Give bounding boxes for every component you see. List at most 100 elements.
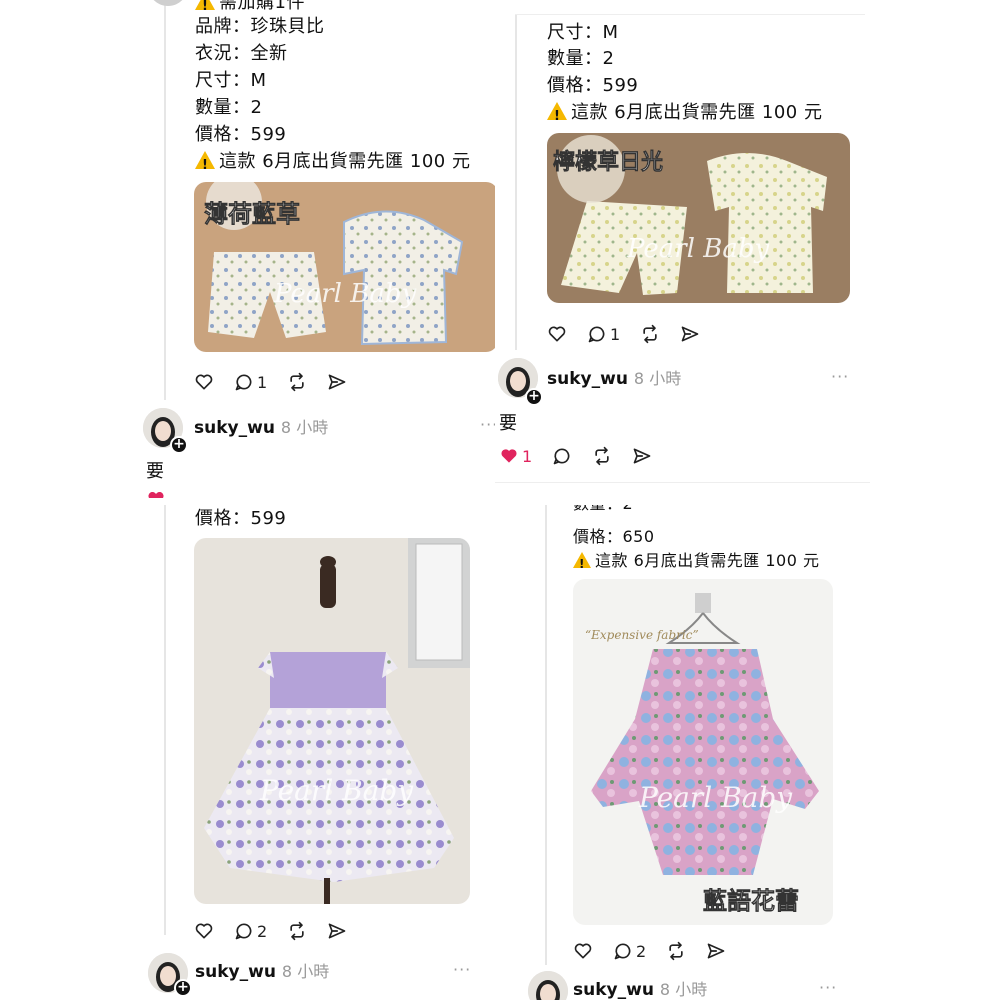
comment-icon	[614, 943, 631, 960]
heart-icon[interactable]	[146, 492, 166, 498]
reply-time: 8 小時	[633, 369, 682, 388]
post-text-line: 尺寸：M	[195, 70, 267, 91]
like-button[interactable]	[194, 921, 214, 941]
product-photo[interactable]: “Expensive fabric” Pearl Baby 藍語花蕾	[573, 579, 833, 925]
repost-button[interactable]	[666, 941, 686, 961]
post-actions: 2	[194, 919, 367, 943]
divider	[515, 14, 865, 15]
photo-watermark: Pearl Baby	[259, 774, 414, 807]
share-icon	[328, 923, 346, 939]
photo-label: 檸檬草日光	[553, 149, 663, 175]
reply-author[interactable]: suky_wu 8 小時	[195, 961, 329, 983]
reply-button[interactable]: 1	[587, 324, 620, 344]
share-button[interactable]	[327, 372, 347, 392]
post-text-line: 尺寸：M	[547, 22, 619, 43]
reply-text: 要	[499, 413, 517, 434]
post-text-line: 價格：599	[195, 124, 287, 145]
repost-button[interactable]	[287, 372, 307, 392]
heart-icon	[195, 374, 213, 390]
warning-icon	[195, 151, 215, 179]
photo-caption: “Expensive fabric”	[585, 628, 699, 642]
product-photo[interactable]: 薄荷藍草 Pearl Baby	[194, 182, 498, 352]
follow-plus-icon[interactable]: +	[170, 436, 188, 454]
post-text-line: 價格：599	[547, 75, 639, 96]
divider	[495, 482, 870, 483]
avatar[interactable]	[148, 0, 188, 6]
heart-icon	[548, 326, 566, 342]
reply-time: 8 小時	[280, 418, 329, 437]
repost-icon	[290, 921, 304, 941]
repost-button[interactable]	[287, 921, 307, 941]
follow-plus-icon[interactable]: +	[174, 979, 192, 997]
reply-time: 8 小時	[659, 980, 708, 999]
product-photo[interactable]: Pearl Baby	[194, 538, 470, 904]
post-text-line: 數量：2	[573, 505, 633, 515]
thread-line	[164, 0, 166, 400]
avatar[interactable]	[528, 971, 568, 1000]
post-panel-bottom-right: 數量：2 價格：650 這款 6月底出貨需先匯 100 元 “Expensive…	[525, 505, 870, 1000]
like-button[interactable]	[194, 372, 214, 392]
photo-watermark: Pearl Baby	[626, 234, 769, 264]
post-actions: 1	[194, 370, 367, 394]
more-icon[interactable]: ···	[831, 369, 849, 385]
reply-author[interactable]: suky_wu 8 小時	[194, 417, 328, 439]
share-icon	[707, 943, 725, 959]
repost-button[interactable]	[640, 324, 660, 344]
post-panel-top-left: 需加購1件 品牌：珍珠貝比 衣況：全新 尺寸：M 數量：2 價格：599 這款 …	[140, 0, 510, 498]
photo-label: 薄荷藍草	[204, 200, 300, 228]
reply-author[interactable]: suky_wu 8 小時	[547, 368, 681, 390]
share-button[interactable]	[706, 941, 726, 961]
follow-plus-icon[interactable]: +	[525, 388, 543, 406]
share-button[interactable]	[327, 921, 347, 941]
repost-icon	[669, 941, 683, 961]
reply-button[interactable]: 1	[234, 372, 267, 392]
reply-button[interactable]	[552, 446, 572, 466]
like-button[interactable]	[547, 324, 567, 344]
reply-count: 1	[257, 372, 268, 392]
post-panel-bottom-left: 價格：599 Pearl Baby 2 + suky_wu 8 小時 ···	[140, 505, 500, 1000]
photo-label: 藍語花蕾	[703, 887, 799, 915]
repost-icon	[290, 372, 304, 392]
reply-text: 要	[146, 461, 164, 482]
warning-icon	[195, 0, 215, 20]
like-button[interactable]: 1	[499, 446, 532, 466]
product-photo[interactable]: 檸檬草日光 Pearl Baby	[547, 133, 850, 303]
post-text-line: 這款 6月底出貨需先匯 100 元	[573, 550, 819, 575]
comment-icon	[235, 923, 252, 940]
post-text-line: 這款 6月底出貨需先匯 100 元	[195, 149, 470, 179]
reply-time: 8 小時	[281, 962, 330, 981]
repost-icon	[643, 324, 657, 344]
heart-icon	[501, 449, 517, 463]
reply-count: 1	[610, 324, 621, 344]
heart-icon	[574, 943, 592, 959]
reply-actions: 1	[499, 444, 672, 468]
post-text-line: 數量：2	[195, 97, 263, 118]
reply-button[interactable]: 2	[613, 941, 646, 961]
warning-icon	[573, 552, 591, 575]
like-button[interactable]	[573, 941, 593, 961]
reply-count: 2	[257, 921, 268, 941]
like-count: 1	[522, 446, 533, 466]
photo-watermark: Pearl Baby	[273, 279, 416, 309]
thread-line	[515, 15, 517, 350]
repost-button[interactable]	[592, 446, 612, 466]
photo-watermark: Pearl Baby	[638, 781, 793, 814]
more-icon[interactable]: ···	[819, 980, 837, 996]
reply-author[interactable]: suky_wu 8 小時	[573, 979, 707, 1000]
share-button[interactable]	[680, 324, 700, 344]
comment-icon	[553, 448, 570, 465]
warning-icon	[547, 102, 567, 130]
share-icon	[681, 326, 699, 342]
post-text-line: 價格：599	[195, 508, 287, 529]
reply-button[interactable]: 2	[234, 921, 267, 941]
thread-line	[164, 505, 166, 935]
share-icon	[328, 374, 346, 390]
post-text-line: 衣況：全新	[195, 43, 288, 64]
more-icon[interactable]: ···	[453, 962, 471, 978]
post-panel-top-right: 尺寸：M 數量：2 價格：599 這款 6月底出貨需先匯 100 元 檸檬草日光…	[495, 0, 870, 500]
post-text-line: 價格：650	[573, 527, 655, 546]
post-text-line: 這款 6月底出貨需先匯 100 元	[547, 100, 822, 130]
share-button[interactable]	[632, 446, 652, 466]
share-icon	[633, 448, 651, 464]
repost-icon	[595, 446, 609, 466]
